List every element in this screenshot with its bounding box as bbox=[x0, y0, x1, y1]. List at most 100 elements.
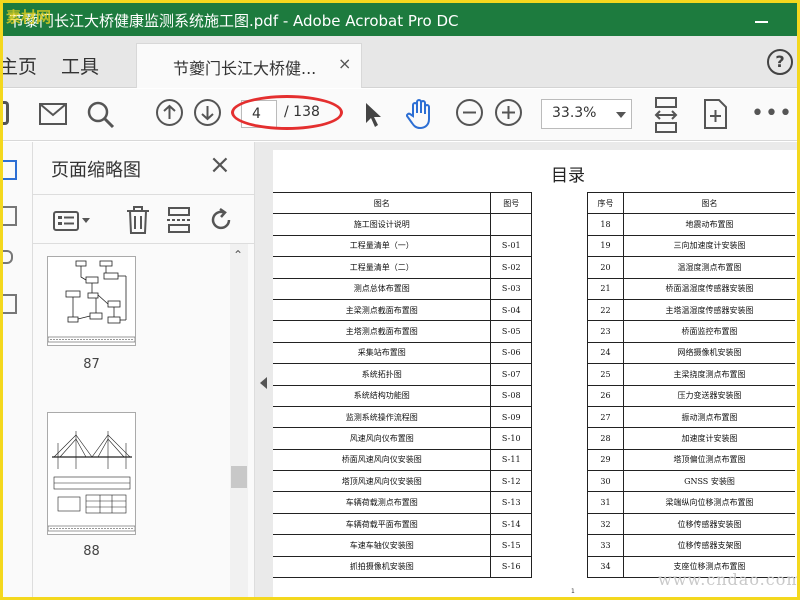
tab-document[interactable]: 节夔门长江大桥健... × bbox=[136, 43, 362, 88]
thumbnail-label: 88 bbox=[83, 544, 100, 559]
page-number: 1 bbox=[571, 588, 575, 595]
table-cell: 振动测点布置图 bbox=[622, 405, 795, 429]
table-cell bbox=[490, 213, 532, 236]
table-row: 桥面风速风向仪安装图 S-11 bbox=[273, 448, 532, 472]
extract-pages-icon[interactable] bbox=[166, 207, 192, 237]
pdf-page: 目录 图名 图号 施工图设计说明 工程量清单（一） S-01 工程量清单（二） S-02… bbox=[273, 150, 797, 597]
tab-tools[interactable]: 工具 bbox=[61, 52, 99, 79]
table-row: 测点总体布置图 S-03 bbox=[273, 277, 532, 300]
table-cell: 地震动布置图 bbox=[622, 213, 795, 236]
table-cell: 30 bbox=[587, 470, 624, 493]
table-cell: 网络摄像机安装图 bbox=[622, 341, 795, 365]
prev-page-button[interactable] bbox=[156, 99, 183, 126]
search-icon[interactable] bbox=[87, 101, 115, 133]
table-cell: 22 bbox=[587, 298, 624, 322]
table-cell: 24 bbox=[587, 341, 624, 365]
help-icon[interactable]: ? bbox=[767, 49, 793, 75]
table-row: 风速风向仪布置图 S-10 bbox=[273, 427, 532, 450]
rotate-icon[interactable] bbox=[208, 207, 234, 237]
table-cell: 温湿度测点布置图 bbox=[622, 256, 795, 279]
column-header: 图名 bbox=[273, 191, 492, 215]
table-cell: 塔顶偏位测点布置图 bbox=[622, 448, 795, 472]
table-cell: S-09 bbox=[490, 405, 532, 429]
table-cell: 20 bbox=[587, 256, 624, 279]
table-row: 工程量清单（二） S-02 bbox=[273, 256, 532, 279]
toc-table-right: 序号 图名 18 地震动布置图 19 三向加速度计安装图 20 温湿度测点布置图 21 桥面温… bbox=[587, 191, 795, 579]
table-cell: 27 bbox=[587, 405, 624, 429]
table-row: 25 主梁挠度测点布置图 bbox=[587, 363, 795, 386]
select-tool-icon[interactable] bbox=[363, 101, 383, 133]
table-cell: 车辆荷载测点布置图 bbox=[273, 491, 492, 514]
close-panel-icon[interactable]: × bbox=[209, 150, 231, 180]
thumbnail-toolbar bbox=[33, 194, 255, 244]
table-cell: S-04 bbox=[490, 298, 532, 322]
scrollbar-thumb[interactable] bbox=[231, 466, 247, 488]
email-icon[interactable] bbox=[39, 103, 67, 129]
page-heading: 目录 bbox=[551, 166, 585, 186]
layers-icon[interactable] bbox=[3, 294, 17, 314]
collapse-panel-icon[interactable] bbox=[260, 377, 267, 389]
table-cell: 系统拓扑图 bbox=[273, 363, 492, 386]
attachments-icon[interactable] bbox=[3, 250, 13, 264]
thumbnail-page-87[interactable] bbox=[47, 256, 136, 346]
tab-home[interactable]: 主页 bbox=[3, 52, 37, 79]
table-cell: S-14 bbox=[490, 512, 532, 536]
minimize-button[interactable] bbox=[755, 21, 768, 23]
table-cell: 34 bbox=[587, 555, 624, 579]
table-row: 工程量清单（一） S-01 bbox=[273, 234, 532, 258]
table-cell: 主梁挠度测点布置图 bbox=[622, 363, 795, 386]
delete-icon[interactable] bbox=[125, 206, 151, 238]
close-tab-icon[interactable]: × bbox=[338, 54, 351, 73]
table-row: 19 三向加速度计安装图 bbox=[587, 234, 795, 258]
main-toolbar: 4 / 138 33.3% ••• bbox=[3, 89, 797, 141]
table-row: 18 地震动布置图 bbox=[587, 213, 795, 236]
table-cell: 23 bbox=[587, 320, 624, 343]
table-cell: 采集站布置图 bbox=[273, 341, 492, 365]
table-cell: S-03 bbox=[490, 277, 532, 300]
table-cell: 施工图设计说明 bbox=[273, 213, 492, 236]
table-row: 20 温湿度测点布置图 bbox=[587, 256, 795, 279]
table-cell: 32 bbox=[587, 512, 624, 536]
scroll-up-icon[interactable]: ⌃ bbox=[233, 248, 243, 262]
table-cell: S-01 bbox=[490, 234, 532, 258]
table-cell: 31 bbox=[587, 491, 624, 514]
table-cell: S-06 bbox=[490, 341, 532, 365]
thumbnail-label: 87 bbox=[83, 357, 100, 372]
page-thumbnails-icon[interactable] bbox=[3, 160, 17, 180]
bookmarks-icon[interactable] bbox=[3, 206, 17, 226]
table-cell: 桥面监控布置图 bbox=[622, 320, 795, 343]
thumbnail-page-88[interactable] bbox=[47, 412, 136, 535]
table-row: 系统拓扑图 S-07 bbox=[273, 363, 532, 386]
table-cell: 主梁测点截面布置图 bbox=[273, 298, 492, 322]
table-cell: 29 bbox=[587, 448, 624, 472]
table-row: 施工图设计说明 bbox=[273, 213, 532, 236]
table-cell: 26 bbox=[587, 384, 624, 407]
thumbnail-scrollbar[interactable]: ⌃ bbox=[230, 244, 248, 597]
table-cell: 工程量清单（一） bbox=[273, 234, 492, 258]
column-header: 图名 bbox=[622, 191, 795, 215]
table-cell: S-16 bbox=[490, 555, 532, 579]
next-page-button[interactable] bbox=[194, 99, 221, 126]
table-cell: GNSS 安装图 bbox=[622, 470, 795, 493]
document-view[interactable]: 目录 图名 图号 施工图设计说明 工程量清单（一） S-01 工程量清单（二） S-02… bbox=[255, 142, 797, 597]
table-cell: 风速风向仪布置图 bbox=[273, 427, 492, 450]
window-title: 节藜门长江大桥健康监测系统施工图.pdf - Adobe Acrobat Pro… bbox=[9, 12, 459, 30]
zoom-out-button[interactable] bbox=[456, 99, 483, 126]
table-cell: 桥面风速风向仪安装图 bbox=[273, 448, 492, 472]
page-tools-icon[interactable] bbox=[701, 98, 729, 134]
options-menu-icon[interactable] bbox=[53, 210, 93, 236]
save-icon[interactable] bbox=[3, 101, 9, 125]
table-row: 塔顶风速风向仪安装图 S-12 bbox=[273, 470, 532, 493]
table-cell: 加速度计安装图 bbox=[622, 427, 795, 450]
table-row: 采集站布置图 S-06 bbox=[273, 341, 532, 365]
table-cell: 33 bbox=[587, 534, 624, 557]
zoom-select[interactable]: 33.3% bbox=[541, 99, 632, 129]
fit-width-icon[interactable] bbox=[653, 97, 679, 137]
more-options-icon[interactable]: ••• bbox=[751, 101, 793, 126]
app-window: 节藜门长江大桥健康监测系统施工图.pdf - Adobe Acrobat Pro… bbox=[3, 3, 797, 597]
thumbnail-panel: 页面缩略图 × 87 88 ⌃ bbox=[33, 142, 255, 597]
zoom-in-button[interactable] bbox=[495, 99, 522, 126]
table-cell: S-02 bbox=[490, 256, 532, 279]
toc-table-left: 图名 图号 施工图设计说明 工程量清单（一） S-01 工程量清单（二） S-02 测点总… bbox=[273, 191, 532, 579]
hand-tool-icon[interactable] bbox=[405, 98, 435, 134]
